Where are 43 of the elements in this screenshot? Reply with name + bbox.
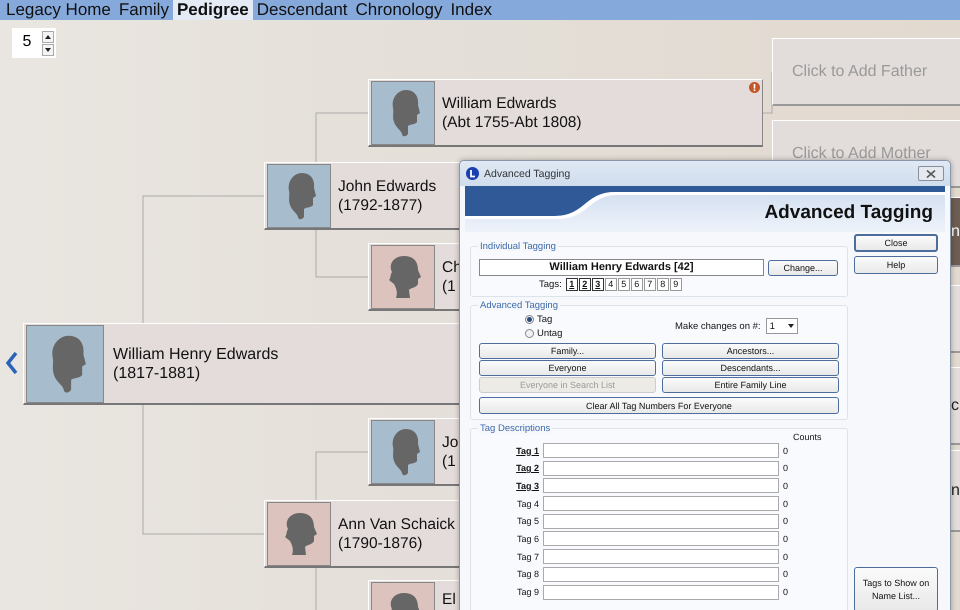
tag-label: Tag 4	[516, 498, 539, 509]
tag-count: 0	[783, 446, 788, 456]
tag-label: Tag 6	[516, 534, 539, 544]
window-title: Advanced Tagging	[484, 168, 572, 180]
tag-count: 0	[783, 463, 788, 474]
tag-count: 0	[783, 534, 788, 544]
person-name: n	[951, 222, 960, 240]
tags-label: Tags:	[539, 279, 562, 290]
person-dates: (1792-1877)	[338, 196, 424, 214]
tag-count: 0	[783, 552, 788, 562]
person-name: Ann Van Schaick	[338, 514, 455, 534]
person-name: William Edwards	[442, 94, 558, 112]
tag-label: Tag 3	[515, 480, 539, 491]
person-name: El	[442, 590, 456, 609]
counts-header: Counts	[793, 432, 822, 442]
group-legend: Individual Tagging	[478, 241, 558, 252]
person-name: John Edwards	[338, 176, 436, 196]
person-dates: (Abt 1755-Abt 1808)	[442, 112, 582, 132]
dialog-heading: Advanced Tagging	[764, 202, 933, 224]
person-dates: (1	[442, 452, 457, 470]
group-legend: Advanced Tagging	[478, 300, 560, 311]
tag-count: 0	[783, 587, 788, 597]
tag-count: 0	[783, 480, 788, 491]
make-changes-label: Make changes on #:	[675, 320, 761, 332]
person-name: Jo	[442, 432, 458, 452]
tag-label: Tag 7	[516, 552, 539, 562]
tag-label: Tag 2	[515, 463, 539, 474]
person-name: William Henry Edwards	[113, 344, 278, 364]
tag-label: Tag 1	[515, 446, 539, 456]
tag-count: 0	[783, 516, 788, 526]
person-dates: (1	[442, 276, 457, 296]
person-dates: (1817-1881)	[113, 364, 202, 382]
tag-label: Tag 8	[516, 569, 539, 580]
tag-count: 0	[783, 569, 788, 580]
person-dates: (1790-1876)	[338, 534, 424, 552]
person-name: n	[951, 482, 960, 500]
add-parent-label: Click to Add Father	[792, 62, 928, 80]
tag-label: Tag 9	[516, 587, 539, 597]
group-legend: Tag Descriptions	[478, 423, 552, 434]
tag-label: Tag 5	[516, 516, 539, 526]
person-name: c	[951, 396, 959, 414]
tag-count: 0	[783, 498, 788, 509]
add-parent-label: Click to Add Mother	[792, 144, 931, 162]
